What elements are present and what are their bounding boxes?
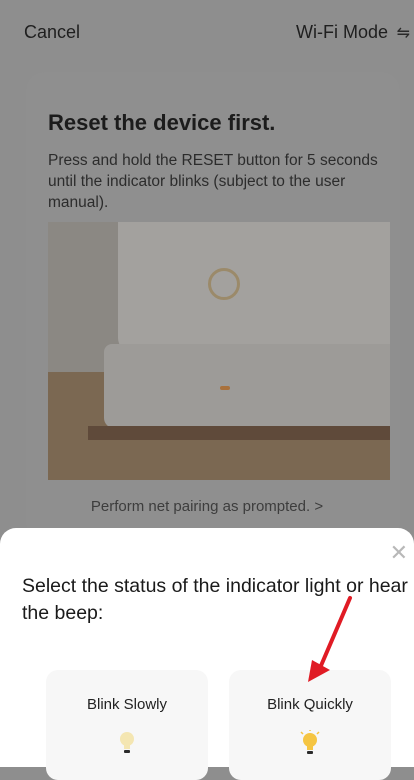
device-body — [118, 222, 390, 352]
reset-instructions: Press and hold the RESET button for 5 se… — [48, 152, 378, 211]
close-icon[interactable]: ✕ — [390, 540, 408, 566]
page-title: Reset the device first. — [48, 110, 276, 135]
device-base — [104, 344, 390, 428]
top-bar: Cancel Wi-Fi Mode ⇋ — [0, 0, 414, 64]
switch-mode-icon[interactable]: ⇋ — [397, 23, 410, 43]
device-photo — [48, 222, 390, 480]
blink-quickly-option[interactable]: Blink Quickly — [229, 670, 391, 780]
wifi-mode-button[interactable]: Wi-Fi Mode — [296, 22, 388, 43]
sheet-question: Select the status of the indicator light… — [22, 575, 408, 624]
blink-quickly-label: Blink Quickly — [267, 696, 353, 713]
bulb-off-icon — [120, 732, 134, 753]
device-shadow — [88, 426, 390, 440]
blink-slowly-option[interactable]: Blink Slowly — [46, 670, 208, 780]
cancel-button[interactable]: Cancel — [24, 22, 80, 43]
blink-slowly-label: Blink Slowly — [86, 696, 168, 713]
bulb-on-icon — [300, 730, 320, 754]
pairing-prompt-link[interactable]: Perform net pairing as prompted. > — [0, 498, 414, 515]
indicator-led — [220, 386, 230, 390]
power-button-icon — [208, 268, 240, 300]
